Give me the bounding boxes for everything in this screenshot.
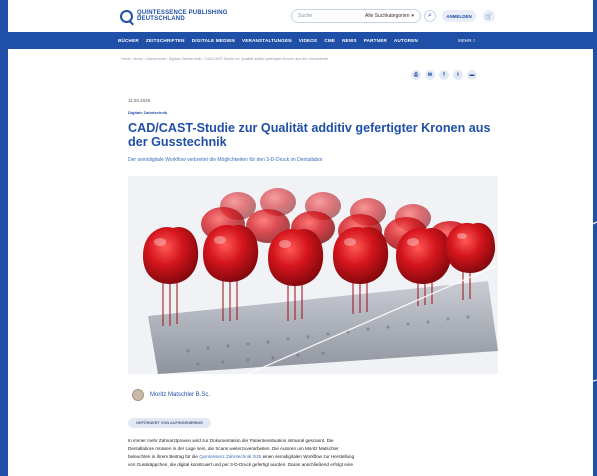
- body-line-4: von Gusskäppchen, die digital konstruier…: [128, 462, 353, 467]
- sponsored-badge: GEFÖRDERT VON AUFINGENIERING: [128, 418, 211, 428]
- logo-line-2: DEUTSCHLAND: [137, 16, 185, 22]
- author-byline[interactable]: Moritz Matschler B.Sc.: [132, 389, 210, 401]
- nav-item-videos[interactable]: VIDEOS: [299, 38, 318, 43]
- body-line-1: In immer mehr Zahnarztpraxen wird zur Do…: [128, 438, 334, 443]
- login-button[interactable]: ANMELDEN: [442, 10, 476, 22]
- search-category-select[interactable]: Alle Suchkategorien: [365, 13, 409, 19]
- browser-page: QUINTESSENCE PUBLISHING DEUTSCHLAND Such…: [8, 0, 593, 476]
- nav-item-autoren[interactable]: AUTOREN: [394, 38, 418, 43]
- avatar: [132, 389, 144, 401]
- article-body: In immer mehr Zahnarztpraxen wird zur Do…: [128, 437, 448, 469]
- nav-item-zeitschriften[interactable]: ZEITSCHRIFTEN: [146, 38, 185, 43]
- nav-item-digitale-medien[interactable]: DIGITALE MEDIEN: [192, 38, 235, 43]
- hero-image-3d-printed-crowns: [128, 176, 498, 374]
- journal-link[interactable]: Quintessenz Zahntechnik 3/25: [199, 454, 261, 459]
- chevron-down-icon: ▾: [411, 13, 414, 19]
- cart-icon[interactable]: 🛒: [483, 10, 495, 22]
- search-icon[interactable]: ⌕: [424, 10, 436, 22]
- nav-item-partner[interactable]: PARTNER: [364, 38, 387, 43]
- page-title: CAD/CAST-Studie zur Qualität additiv gef…: [128, 121, 491, 149]
- facebook-icon[interactable]: f: [439, 70, 449, 80]
- crowns-illustration: [128, 176, 498, 374]
- article-subtitle: Der semidigitale Workflow verbreitet die…: [128, 157, 323, 163]
- email-icon[interactable]: ✉: [425, 70, 435, 80]
- print-icon[interactable]: ⎙: [411, 70, 421, 80]
- nav-item-buecher[interactable]: BÜCHER: [118, 38, 139, 43]
- body-line-3-end: einen semidigitalen Workflow zur Herstel…: [262, 454, 355, 459]
- author-name[interactable]: Moritz Matschler B.Sc.: [150, 392, 210, 398]
- body-line-3-start: beleuchten in ihrem Beitrag für die: [128, 454, 198, 459]
- share-bar: ⎙ ✉ f t ▬: [411, 70, 477, 80]
- breadcrumb[interactable]: Home › News › Zahntechnik › Digitale Zah…: [121, 57, 328, 61]
- nav-item-cme[interactable]: CME: [324, 38, 335, 43]
- nav-item-news[interactable]: NEWS: [342, 38, 357, 43]
- nav-item-veranstaltungen[interactable]: VERANSTALTUNGEN: [242, 38, 292, 43]
- search-input[interactable]: Suche Alle Suchkategorien ▾: [291, 9, 421, 23]
- article-date: 11.03.2025: [128, 98, 151, 103]
- body-line-2: Dentallabore müssen in der Lage sein, di…: [128, 446, 339, 451]
- top-header: QUINTESSENCE PUBLISHING DEUTSCHLAND Such…: [8, 0, 593, 32]
- twitter-icon[interactable]: t: [453, 70, 463, 80]
- main-nav: BÜCHER ZEITSCHRIFTEN DIGITALE MEDIEN VER…: [8, 32, 593, 49]
- logo-icon: [120, 9, 133, 23]
- publisher-logo[interactable]: QUINTESSENCE PUBLISHING DEUTSCHLAND: [120, 9, 228, 23]
- nav-more-menu[interactable]: MEHR ≡: [458, 38, 476, 43]
- mail-icon[interactable]: ▬: [467, 70, 477, 80]
- search-placeholder: Suche: [298, 13, 313, 19]
- body-line-3: beleuchten in ihrem Beitrag für die Quin…: [128, 453, 448, 461]
- article-category[interactable]: Digitale Zahntechnik: [128, 110, 167, 115]
